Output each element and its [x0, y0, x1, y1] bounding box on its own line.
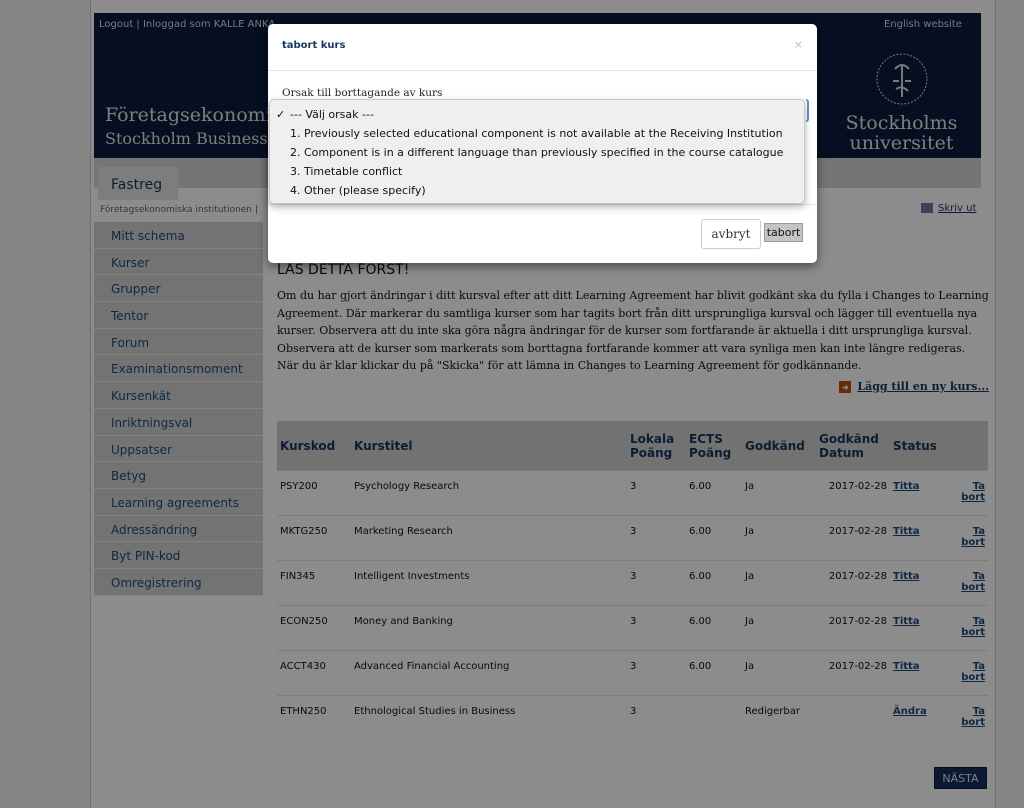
- modal-title: tabort kurs: [282, 40, 346, 51]
- dropdown-option[interactable]: 3. Timetable conflict: [270, 162, 804, 181]
- dropdown-option[interactable]: 1. Previously selected educational compo…: [270, 124, 804, 143]
- option-label: 1. Previously selected educational compo…: [290, 127, 783, 140]
- checkmark-icon: ✓: [276, 108, 286, 121]
- modal-footer-divider: [268, 204, 817, 205]
- dropdown-option[interactable]: 4. Other (please specify): [270, 181, 804, 200]
- option-label: 2. Component is in a different language …: [290, 146, 784, 159]
- cancel-button[interactable]: avbryt: [701, 219, 761, 249]
- remove-button[interactable]: tabort: [764, 223, 803, 242]
- close-icon[interactable]: ×: [794, 38, 803, 51]
- option-label: --- Välj orsak ---: [290, 108, 374, 121]
- option-label: 4. Other (please specify): [290, 184, 426, 197]
- dropdown-option[interactable]: ✓ --- Välj orsak ---: [270, 105, 804, 124]
- reason-select[interactable]: [806, 99, 809, 122]
- reason-dropdown-list: ✓ --- Välj orsak --- 1. Previously selecte…: [269, 99, 805, 204]
- reason-label: Orsak till borttagande av kurs: [282, 87, 443, 99]
- option-label: 3. Timetable conflict: [290, 165, 403, 178]
- dropdown-option[interactable]: 2. Component is in a different language …: [270, 143, 804, 162]
